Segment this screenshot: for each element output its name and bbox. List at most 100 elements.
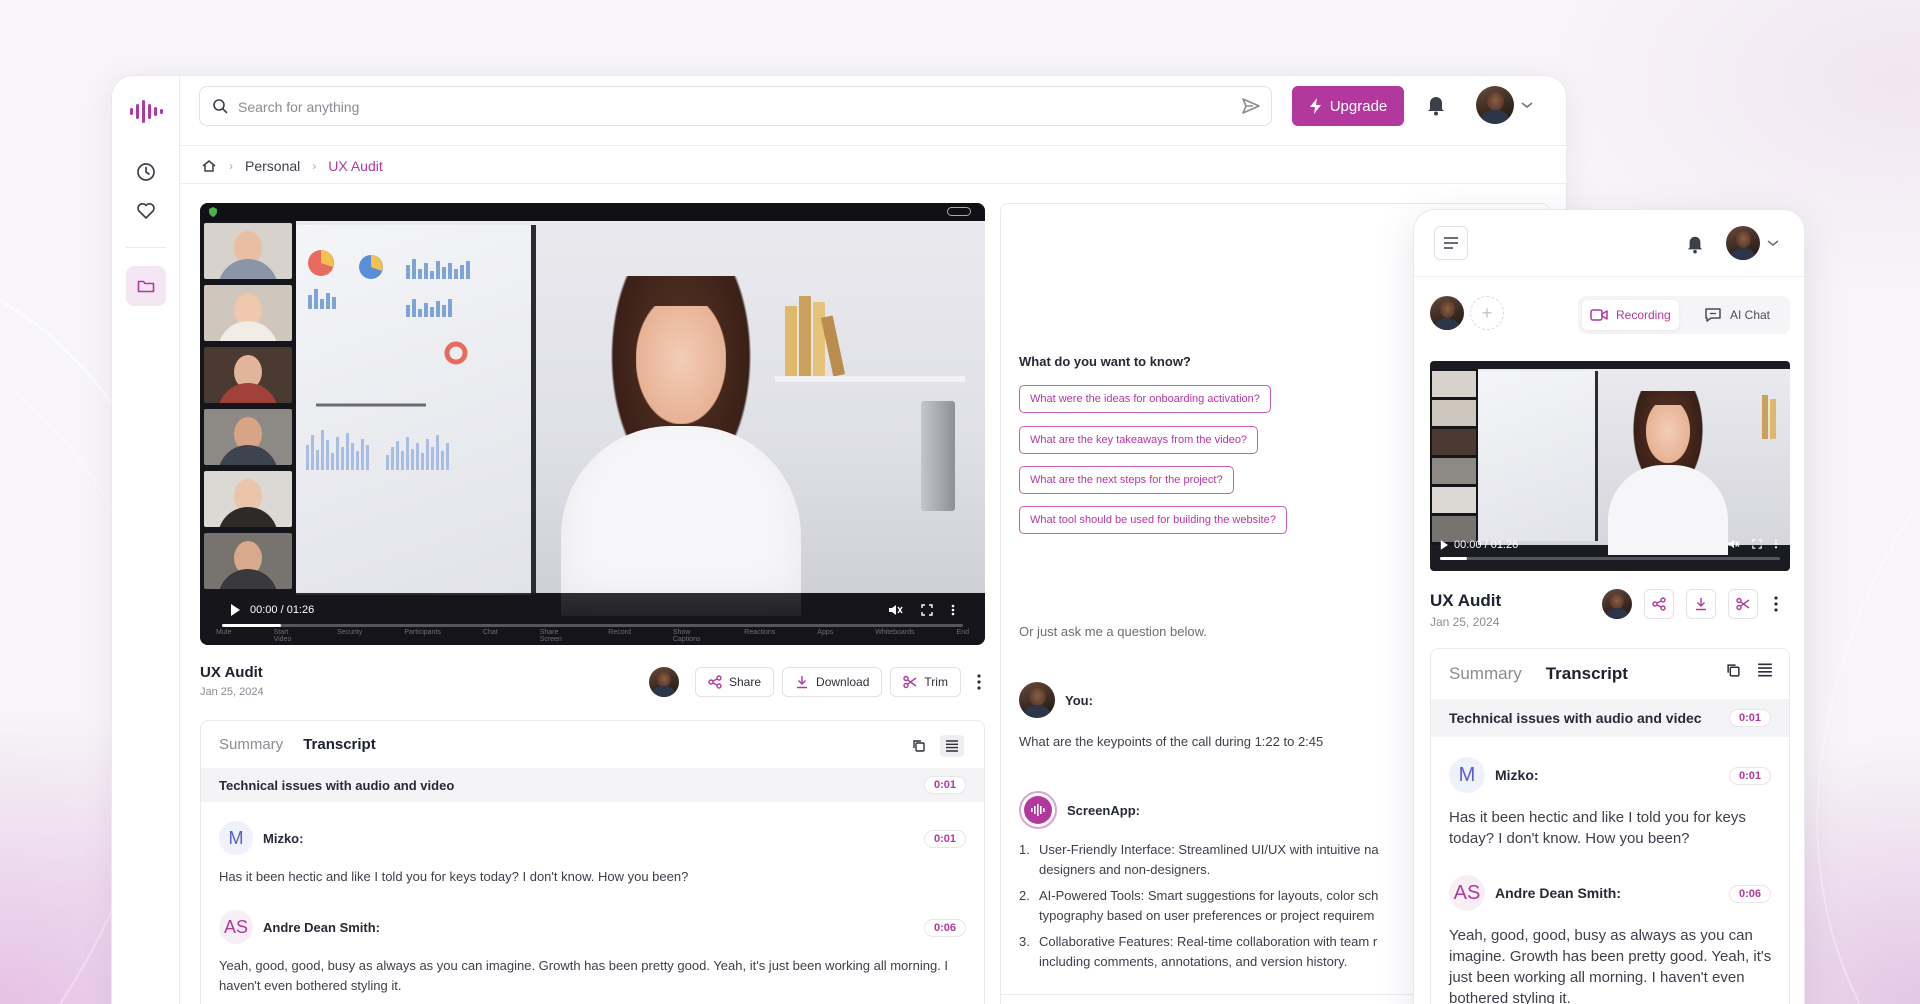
chapter-timestamp[interactable]: 0:01 <box>923 776 966 794</box>
participant-thumb[interactable] <box>204 533 292 589</box>
more-options-icon[interactable] <box>1774 539 1778 549</box>
user-question: What are the keypoints of the call durin… <box>1019 734 1324 749</box>
download-label: Download <box>816 675 870 689</box>
user-label: You: <box>1065 692 1093 708</box>
tab-summary[interactable]: Summary <box>1449 664 1522 684</box>
participant-thumb[interactable] <box>204 471 292 527</box>
transcript-tools <box>1726 663 1773 678</box>
upgrade-button[interactable]: Upgrade <box>1292 86 1404 126</box>
owner-avatar <box>1602 589 1632 619</box>
send-icon[interactable] <box>1241 96 1261 116</box>
scissors-icon[interactable] <box>1728 589 1758 619</box>
tab-summary[interactable]: Summary <box>219 736 283 753</box>
meeting-toolbar-item: Mute <box>216 629 232 636</box>
screenapp-logo[interactable] <box>127 96 165 126</box>
shield-icon <box>209 207 217 217</box>
mobile-video-player[interactable]: 00:00 / 01:26 <box>1430 361 1790 571</box>
video-camera-icon <box>1590 309 1608 321</box>
avatar <box>1726 226 1760 260</box>
entry-timestapmp[interactable]: 0:01 <box>1728 767 1771 785</box>
play-icon[interactable] <box>230 604 240 616</box>
mute-icon[interactable] <box>1728 539 1740 549</box>
breadcrumb: › Personal › UX Audit <box>201 153 383 179</box>
transcript-tabs: Summary Transcript <box>219 736 376 753</box>
answer-line: Collaborative Features: Real-time collab… <box>1039 934 1378 949</box>
list-view-icon[interactable] <box>940 735 964 757</box>
copy-icon[interactable] <box>912 739 926 753</box>
share-button[interactable]: Share <box>695 667 775 697</box>
suggestion-chip[interactable]: What were the ideas for onboarding activ… <box>1019 385 1271 413</box>
participant-thumb[interactable] <box>204 409 292 465</box>
breadcrumb-current[interactable]: UX Audit <box>328 158 382 174</box>
recording-date: Jan 25, 2024 <box>1430 615 1500 629</box>
folder-icon[interactable] <box>126 266 166 306</box>
suggestion-chip[interactable]: What are the key takeaways from the vide… <box>1019 426 1259 454</box>
add-participant-icon[interactable]: + <box>1470 296 1504 330</box>
play-icon[interactable] <box>1440 540 1448 550</box>
bell-icon[interactable] <box>1426 94 1446 116</box>
video-stage <box>296 221 985 616</box>
suggestion-chip[interactable]: What tool should be used for building th… <box>1019 506 1287 534</box>
more-actions-icon[interactable] <box>1770 596 1782 612</box>
transcript-text: Yeah, good, good, busy as always as you … <box>219 958 949 993</box>
user-menu[interactable] <box>1476 86 1534 124</box>
view-toggle-icon[interactable] <box>947 207 971 216</box>
chapter-header[interactable]: Technical issues with audio and video <box>201 768 984 802</box>
transcript-text: Has it been hectic and like I told you f… <box>219 869 689 884</box>
entry-timestamp[interactable]: 0:06 <box>923 919 966 937</box>
video-progress[interactable] <box>222 624 963 627</box>
list-view-icon[interactable] <box>1757 663 1773 677</box>
meeting-toolbar-item: Show Captions <box>672 629 701 643</box>
user-avatar <box>1019 682 1055 718</box>
bell-icon[interactable] <box>1686 234 1704 254</box>
meeting-toolbar-item: Record <box>608 629 631 636</box>
download-button[interactable]: Download <box>782 667 883 697</box>
home-icon[interactable] <box>201 158 217 174</box>
search-bar[interactable] <box>199 86 1272 126</box>
mobile-preview: + Recording AI Chat 00:00 / 01:26 UX Aud… <box>1413 209 1805 1004</box>
share-icon[interactable] <box>1644 589 1674 619</box>
mobile-video-tools <box>1728 539 1778 549</box>
tab-recording[interactable]: Recording <box>1582 300 1679 330</box>
answer-line: typography based on user preferences or … <box>1039 908 1375 923</box>
answer-line: designers and non-designers. <box>1039 862 1211 877</box>
participant-thumb[interactable] <box>204 347 292 403</box>
mute-icon[interactable] <box>889 604 903 616</box>
answer-number: 3. <box>1019 934 1030 949</box>
speaker-avatar: M <box>1449 757 1485 793</box>
video-player[interactable]: 00:00 / 01:26 Mute Start Video Security Par… <box>200 203 985 645</box>
transcript-tabs: Summary Transcript <box>1449 664 1628 684</box>
history-icon[interactable] <box>132 158 160 186</box>
user-menu[interactable] <box>1726 226 1780 260</box>
whiteboard-backdrop <box>296 225 536 595</box>
answer-line: User-Friendly Interface: Streamlined UI/… <box>1039 842 1379 857</box>
tab-transcript[interactable]: Transcript <box>1546 664 1628 684</box>
entry-timestamp[interactable]: 0:06 <box>1728 885 1771 903</box>
favorites-icon[interactable] <box>132 197 160 225</box>
chapter-timestamp[interactable]: 0:01 <box>1728 709 1771 727</box>
suggestion-chip[interactable]: What are the next steps for the project? <box>1019 466 1234 494</box>
meeting-toolbar-item: Start Video <box>273 629 292 643</box>
fullscreen-icon[interactable] <box>921 604 933 616</box>
entry-timestamp[interactable]: 0:01 <box>923 830 966 848</box>
more-actions-icon[interactable] <box>969 667 989 697</box>
tab-ai-chat[interactable]: AI Chat <box>1696 300 1778 330</box>
breadcrumb-separator-icon: › <box>229 159 233 173</box>
fullscreen-icon[interactable] <box>1752 539 1762 549</box>
download-icon[interactable] <box>1686 589 1716 619</box>
participant-thumb[interactable] <box>204 285 292 341</box>
breadcrumb-personal[interactable]: Personal <box>245 158 300 174</box>
video-time: 00:00 / 01:26 <box>1454 539 1519 551</box>
video-progress[interactable] <box>1440 557 1780 560</box>
copy-icon[interactable] <box>1726 663 1741 678</box>
recording-actions: Share Download Trim <box>649 667 989 697</box>
speaker-mizko: M Mizko: <box>219 821 303 855</box>
menu-icon[interactable] <box>1434 226 1468 260</box>
more-options-icon[interactable] <box>951 604 955 616</box>
participant-thumb[interactable] <box>204 223 292 279</box>
search-input[interactable] <box>238 95 1198 119</box>
recording-title: UX Audit <box>1430 591 1502 610</box>
mobile-transcript-card: Summary Transcript Technical issues with… <box>1430 648 1790 1004</box>
tab-transcript[interactable]: Transcript <box>303 736 376 753</box>
trim-button[interactable]: Trim <box>890 667 961 697</box>
